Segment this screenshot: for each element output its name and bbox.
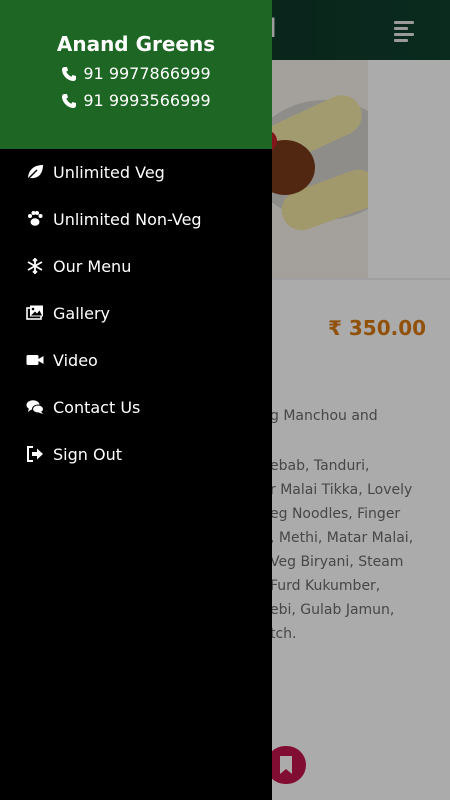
menu-item-our-menu[interactable]: Our Menu [0, 248, 272, 284]
menu-item-label: Gallery [53, 303, 110, 323]
phone-link-2[interactable]: 91 9993566999 [0, 91, 272, 110]
phone-icon [62, 66, 77, 81]
navigation-drawer: Anand Greens 91 9977866999 91 9993566999… [0, 0, 272, 800]
menu-item-gallery[interactable]: Gallery [0, 295, 272, 331]
business-name: Anand Greens [56, 32, 216, 56]
menu-item-sign-out[interactable]: Sign Out [0, 436, 272, 472]
menu-item-unlimited-non-veg[interactable]: Unlimited Non-Veg [0, 201, 272, 237]
menu-item-label: Unlimited Non-Veg [53, 209, 202, 229]
images-icon [26, 304, 44, 322]
menu-item-label: Unlimited Veg [53, 162, 165, 182]
menu-item-label: Our Menu [53, 256, 132, 276]
menu-item-label: Sign Out [53, 444, 122, 464]
drawer-header: Anand Greens 91 9977866999 91 9993566999 [0, 0, 272, 149]
menu-item-label: Contact Us [53, 397, 141, 417]
snowflake-icon [26, 257, 44, 275]
paw-icon [26, 210, 44, 228]
menu-item-video[interactable]: Video [0, 342, 272, 378]
phone-number: 91 9993566999 [83, 91, 211, 110]
phone-link-1[interactable]: 91 9977866999 [0, 64, 272, 83]
sign-out-icon [26, 445, 44, 463]
video-icon [26, 351, 44, 369]
phone-number: 91 9977866999 [83, 64, 211, 83]
menu-item-unlimited-veg[interactable]: Unlimited Veg [0, 154, 272, 190]
comments-icon [26, 398, 44, 416]
menu-item-contact-us[interactable]: Contact Us [0, 389, 272, 425]
phone-icon [62, 93, 77, 108]
leaf-icon [26, 163, 44, 181]
menu-item-label: Video [53, 350, 98, 370]
